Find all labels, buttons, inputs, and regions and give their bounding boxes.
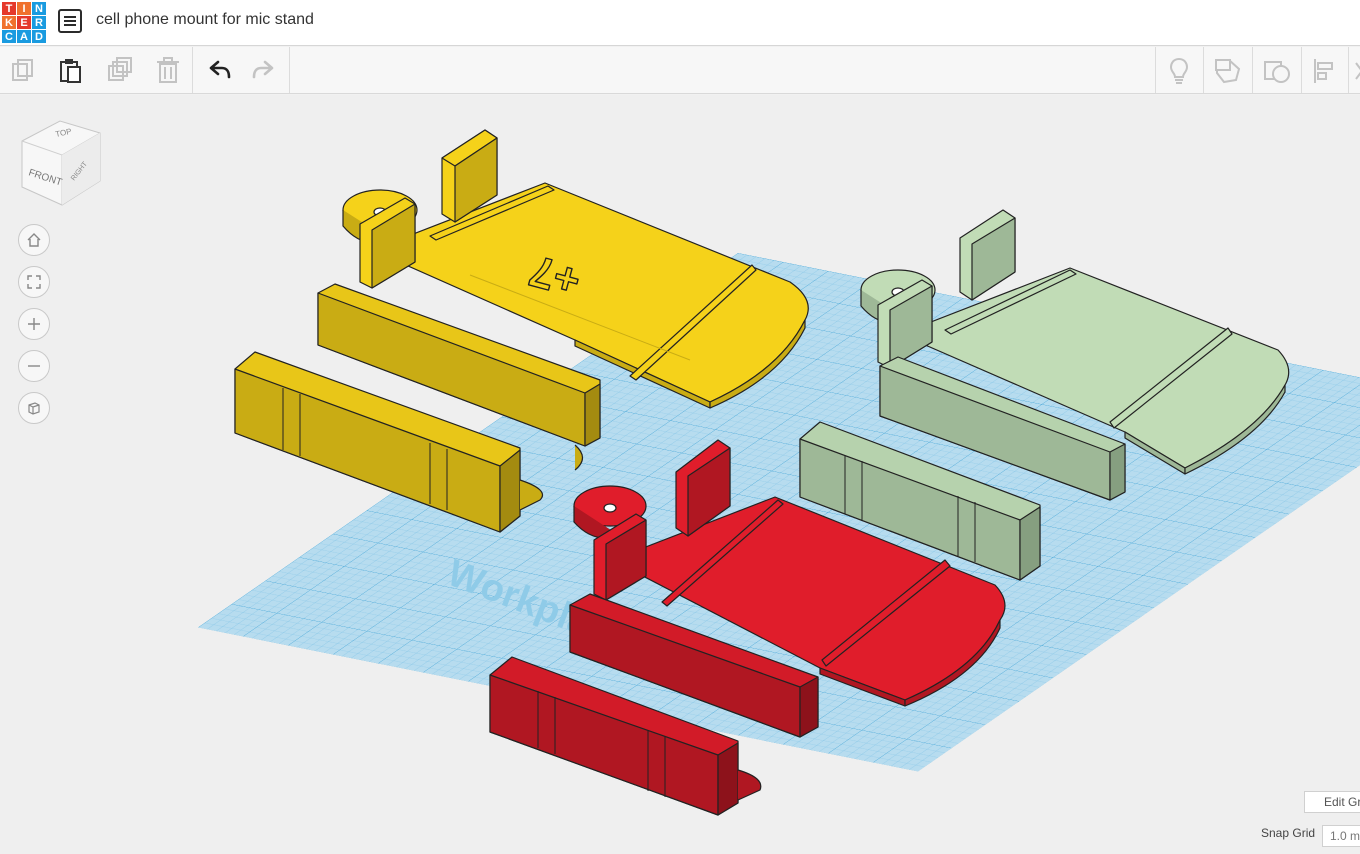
duplicate-button[interactable] (104, 55, 136, 87)
trash-icon (157, 57, 179, 83)
copy-icon (12, 59, 33, 81)
minus-icon (28, 365, 40, 367)
fit-view-icon (27, 275, 41, 289)
paste-button[interactable] (55, 55, 87, 87)
plus-icon (28, 318, 40, 330)
mirror-icon (1355, 62, 1360, 80)
logo-letter: E (17, 16, 31, 29)
mirror-button[interactable] (1352, 55, 1360, 87)
shape-icon (1264, 61, 1290, 83)
logo-letter: R (32, 16, 46, 29)
copy-button[interactable] (8, 55, 40, 87)
projection-button[interactable] (18, 392, 50, 424)
delete-button[interactable] (152, 55, 184, 87)
scene-canvas[interactable]: Workplane +7 (0, 95, 1360, 854)
snap-grid-select[interactable]: 1.0 mm (1322, 825, 1360, 847)
logo-letter: A (17, 30, 31, 43)
align-icon (1314, 59, 1333, 83)
zoom-in-button[interactable] (18, 308, 50, 340)
logo-letter: T (2, 2, 16, 15)
3d-viewport[interactable]: Workplane +7 TOP FRONT RIGHT Edit G Snap… (0, 95, 1360, 854)
logo-letter: K (2, 16, 16, 29)
lightbulb-icon (1169, 57, 1189, 84)
logo-letter: N (32, 2, 46, 15)
view-cube[interactable]: TOP FRONT RIGHT (18, 117, 108, 207)
tinkercad-logo[interactable]: TIN KER CAD (2, 2, 46, 43)
redo-icon (252, 60, 274, 79)
edit-toolbar (0, 47, 1360, 94)
notes-button[interactable] (1212, 55, 1244, 87)
show-all-button[interactable] (1163, 55, 1195, 87)
paste-icon (60, 59, 81, 83)
logo-letter: C (2, 30, 16, 43)
home-icon (27, 233, 41, 247)
snap-grid-label: Snap Grid (1261, 826, 1316, 840)
design-title[interactable]: cell phone mount for mic stand (96, 11, 314, 29)
align-button[interactable] (1309, 55, 1341, 87)
perspective-cube-icon (28, 402, 40, 415)
shape-button[interactable] (1261, 55, 1293, 87)
undo-button[interactable] (202, 55, 234, 87)
redo-button[interactable] (249, 55, 281, 87)
edit-grid-button[interactable]: Edit Grid (1304, 791, 1360, 813)
app-header: TIN KER CAD cell phone mount for mic stand (0, 0, 1360, 46)
undo-icon (209, 60, 231, 79)
home-view-button[interactable] (18, 224, 50, 256)
duplicate-icon (108, 57, 132, 81)
logo-letter: D (32, 30, 46, 43)
design-list-button[interactable] (58, 9, 82, 33)
logo-letter: I (17, 2, 31, 15)
note-icon (1215, 58, 1241, 84)
fit-view-button[interactable] (18, 266, 50, 298)
zoom-out-button[interactable] (18, 350, 50, 382)
